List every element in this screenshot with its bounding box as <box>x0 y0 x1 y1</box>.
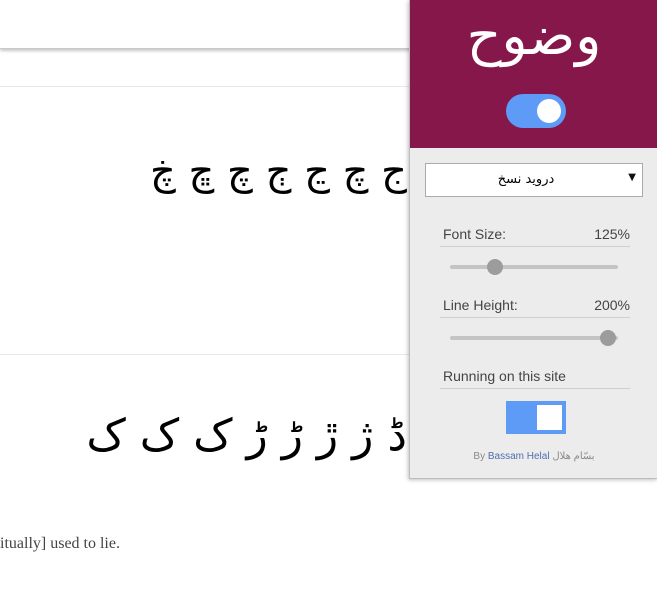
line-height-label: Line Height: <box>443 297 518 313</box>
popup-title: وضوح <box>466 4 602 67</box>
page-sentence: itually] used to lie. <box>0 535 120 552</box>
font-select[interactable]: درويد نسخ ▼ <box>425 163 643 197</box>
page-divider <box>0 354 420 355</box>
site-toggle[interactable] <box>506 401 566 434</box>
running-label: Running on this site <box>443 368 566 384</box>
line-height-slider-thumb[interactable] <box>599 330 616 346</box>
font-size-label: Font Size: <box>443 226 507 242</box>
font-size-slider-thumb[interactable] <box>487 259 504 275</box>
line-height-value: 200% <box>594 297 630 313</box>
credit-author-link[interactable]: Bassam Helal <box>488 451 550 462</box>
font-size-row: Font Size: 125% <box>440 224 630 247</box>
page-divider <box>0 86 420 87</box>
font-size-value: 125% <box>594 226 630 242</box>
enable-toggle[interactable] <box>506 94 566 128</box>
arabic-glyph-row-2: ڈ ژ ڙ ڑ ڑ ک ک ک <box>86 410 407 461</box>
chevron-down-icon: ▼ <box>628 172 636 183</box>
toggle-knob <box>537 99 561 123</box>
toggle-knob <box>537 405 562 430</box>
extension-popup: وضوح درويد نسخ ▼ Font Size: 125% Line He… <box>409 0 657 479</box>
font-select-value: درويد نسخ <box>497 172 555 187</box>
line-height-row: Line Height: 200% <box>440 295 630 318</box>
popup-header: وضوح <box>410 0 657 148</box>
credit: By Bassam Helal بسّام هلال <box>410 451 657 462</box>
font-size-slider[interactable] <box>450 259 618 275</box>
line-height-slider[interactable] <box>450 330 618 346</box>
arabic-glyph-row-1: ج چ ڃ ڄ چ ڇ ڿ <box>149 148 407 194</box>
page-top-box <box>0 0 430 49</box>
credit-arabic: بسّام هلال <box>552 451 595 462</box>
running-row: Running on this site <box>440 366 630 389</box>
credit-prefix: By <box>473 451 488 462</box>
